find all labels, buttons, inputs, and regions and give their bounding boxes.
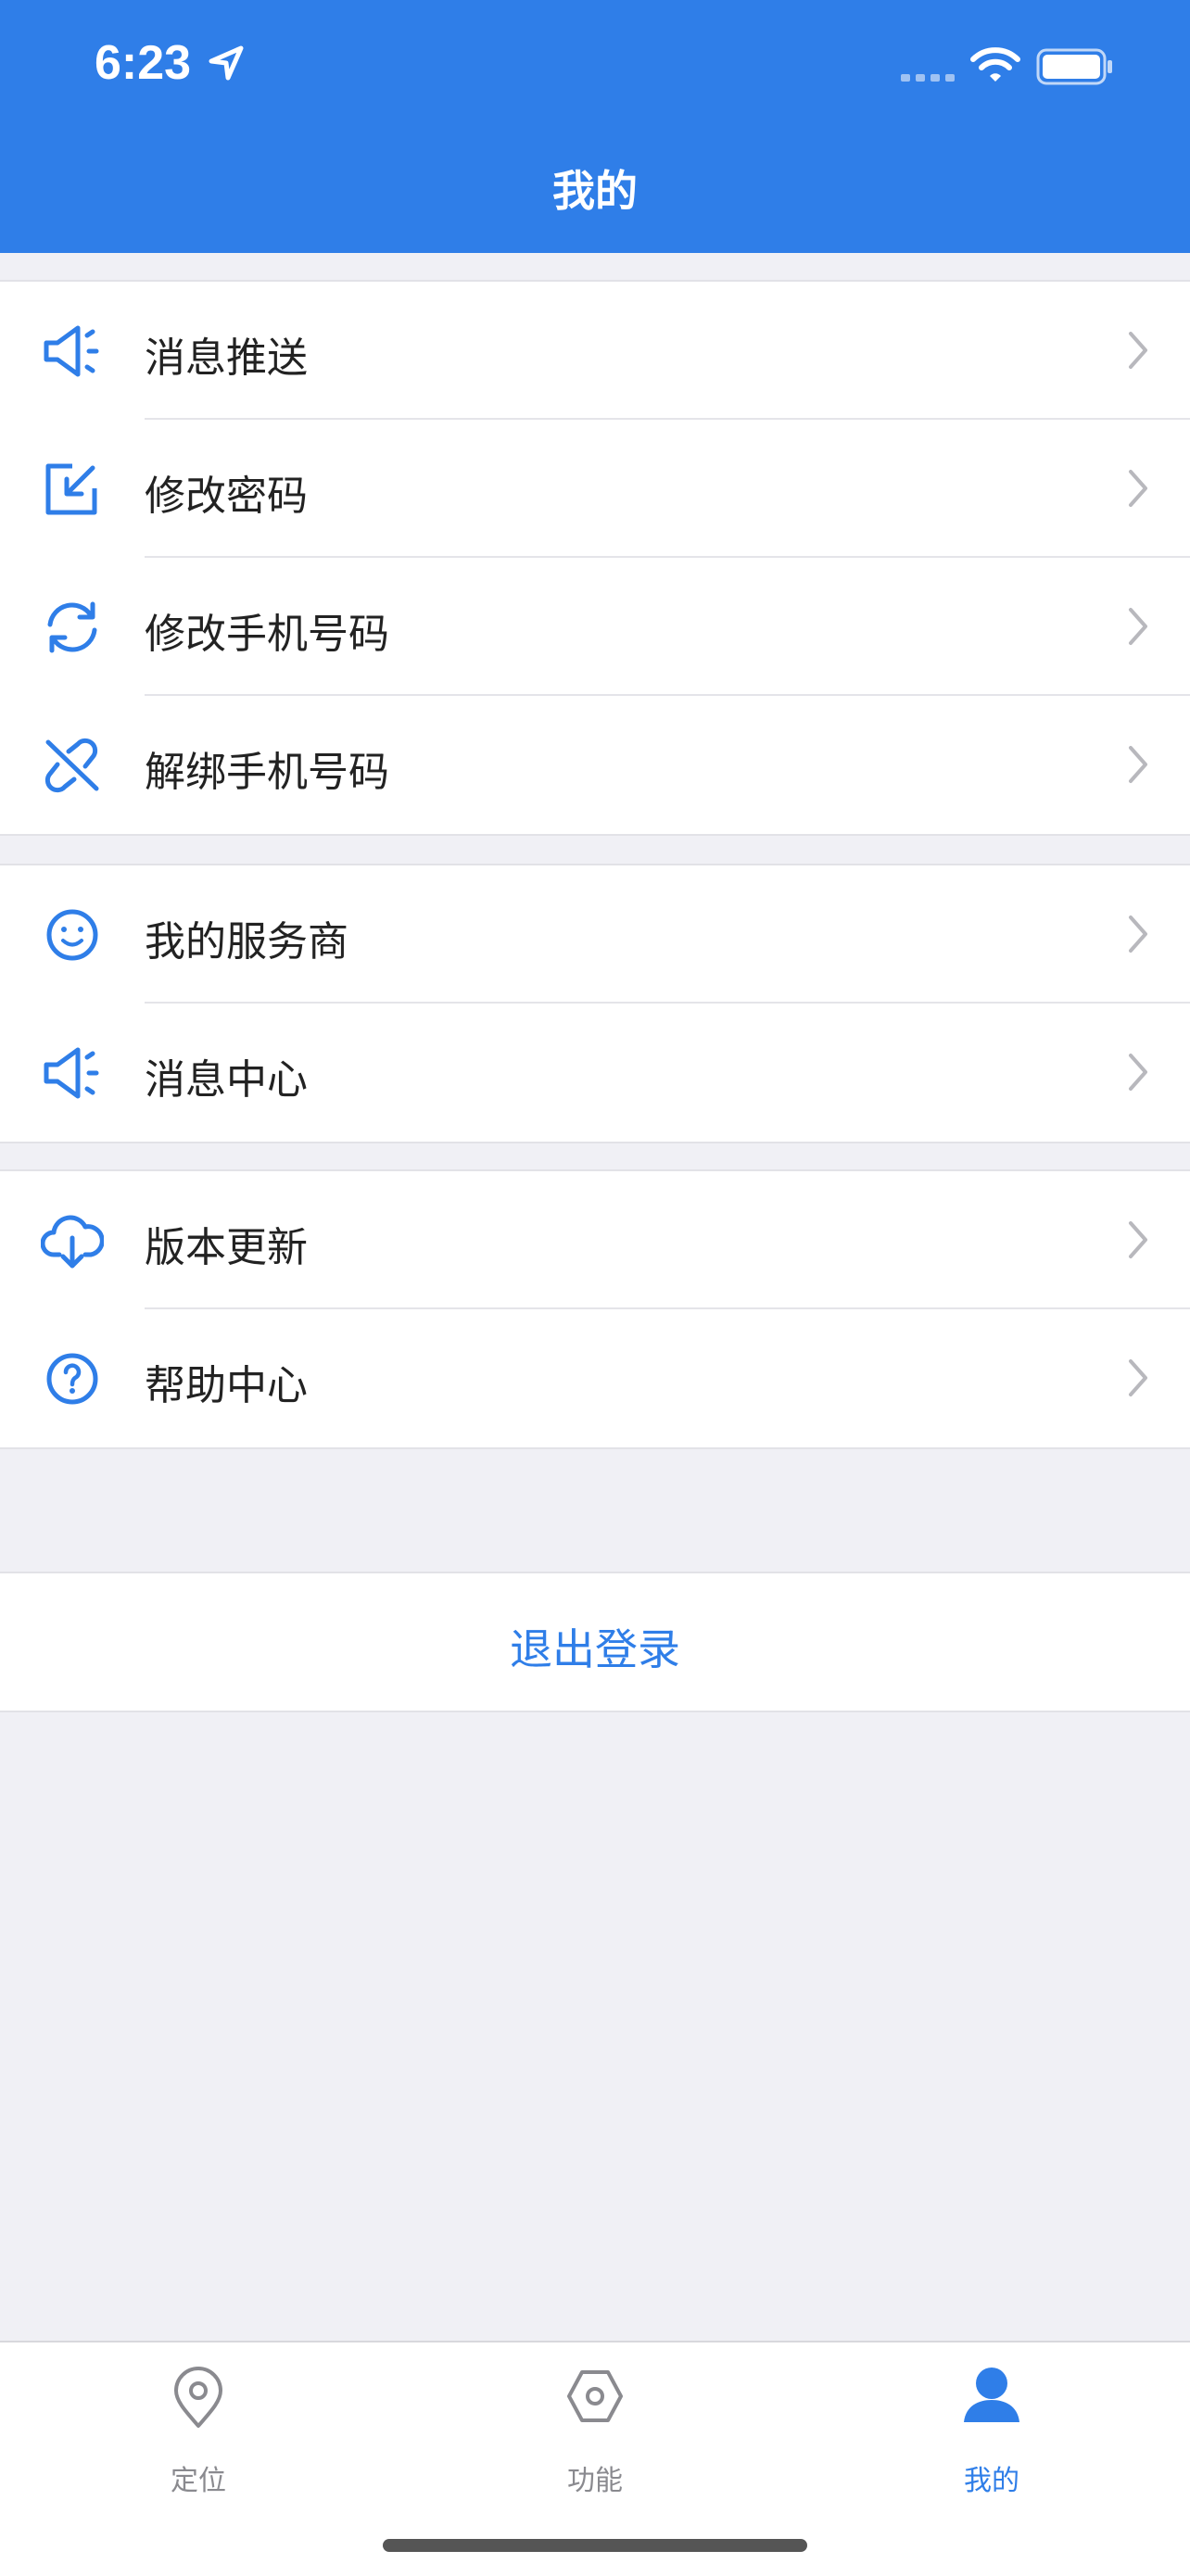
menu-item-label: 版本更新	[145, 1224, 308, 1271]
settings-group-account: 消息推送 修改密码 修改手机号码 解绑手机号码	[0, 280, 1190, 836]
menu-item-change-phone[interactable]: 修改手机号码	[0, 558, 1190, 696]
help-circle-icon	[46, 1353, 98, 1405]
chevron-right-icon	[1129, 470, 1147, 507]
chevron-right-icon	[1129, 1054, 1147, 1091]
menu-item-unbind-phone[interactable]: 解绑手机号码	[0, 696, 1190, 834]
tab-mine[interactable]: 我的	[793, 2342, 1190, 2509]
menu-item-label: 解绑手机号码	[145, 749, 389, 796]
top-header: 6:23 我的	[0, 0, 1190, 253]
megaphone-icon	[44, 325, 99, 377]
chevron-right-icon	[1129, 746, 1147, 783]
menu-item-label: 消息推送	[145, 335, 308, 382]
chevron-right-icon	[1129, 1359, 1147, 1396]
edit-box-icon	[45, 463, 97, 515]
user-icon	[964, 2368, 1019, 2422]
settings-group-service: 我的服务商 消息中心	[0, 864, 1190, 1143]
megaphone-icon	[44, 1047, 99, 1099]
chevron-right-icon	[1129, 1221, 1147, 1258]
menu-item-message-push[interactable]: 消息推送	[0, 282, 1190, 420]
tab-label: 我的	[964, 2465, 1019, 2497]
cellular-signal-icon	[901, 74, 955, 82]
menu-item-label: 消息中心	[145, 1056, 308, 1104]
logout-button[interactable]: 退出登录	[0, 1572, 1190, 1712]
hexagon-nut-icon	[567, 2370, 623, 2422]
chevron-right-icon	[1129, 915, 1147, 953]
home-indicator[interactable]	[383, 2539, 807, 2552]
status-time: 6:23	[95, 36, 192, 90]
wifi-icon	[970, 47, 1020, 82]
unlink-icon	[44, 738, 99, 793]
menu-item-label: 帮助中心	[145, 1362, 308, 1409]
settings-group-app: 版本更新 帮助中心	[0, 1169, 1190, 1449]
menu-item-label: 我的服务商	[145, 918, 348, 966]
menu-item-change-password[interactable]: 修改密码	[0, 420, 1190, 558]
tab-label: 定位	[171, 2465, 226, 2497]
tab-label: 功能	[567, 2465, 623, 2497]
menu-item-my-provider[interactable]: 我的服务商	[0, 865, 1190, 1004]
menu-item-help-center[interactable]: 帮助中心	[0, 1309, 1190, 1447]
page-title: 我的	[552, 166, 638, 216]
cloud-download-icon	[41, 1215, 104, 1269]
logout-label: 退出登录	[510, 1624, 680, 1674]
chevron-right-icon	[1129, 332, 1147, 369]
tab-location[interactable]: 定位	[0, 2342, 397, 2509]
refresh-icon	[47, 601, 97, 653]
tab-functions[interactable]: 功能	[397, 2342, 793, 2509]
menu-item-label: 修改密码	[145, 473, 308, 520]
menu-item-label: 修改手机号码	[145, 611, 389, 658]
location-arrow-icon	[209, 45, 244, 81]
menu-item-message-center[interactable]: 消息中心	[0, 1004, 1190, 1142]
location-pin-icon	[174, 2367, 222, 2428]
smile-icon	[46, 909, 98, 961]
menu-item-version-update[interactable]: 版本更新	[0, 1171, 1190, 1309]
chevron-right-icon	[1129, 608, 1147, 645]
battery-icon	[1036, 48, 1112, 85]
